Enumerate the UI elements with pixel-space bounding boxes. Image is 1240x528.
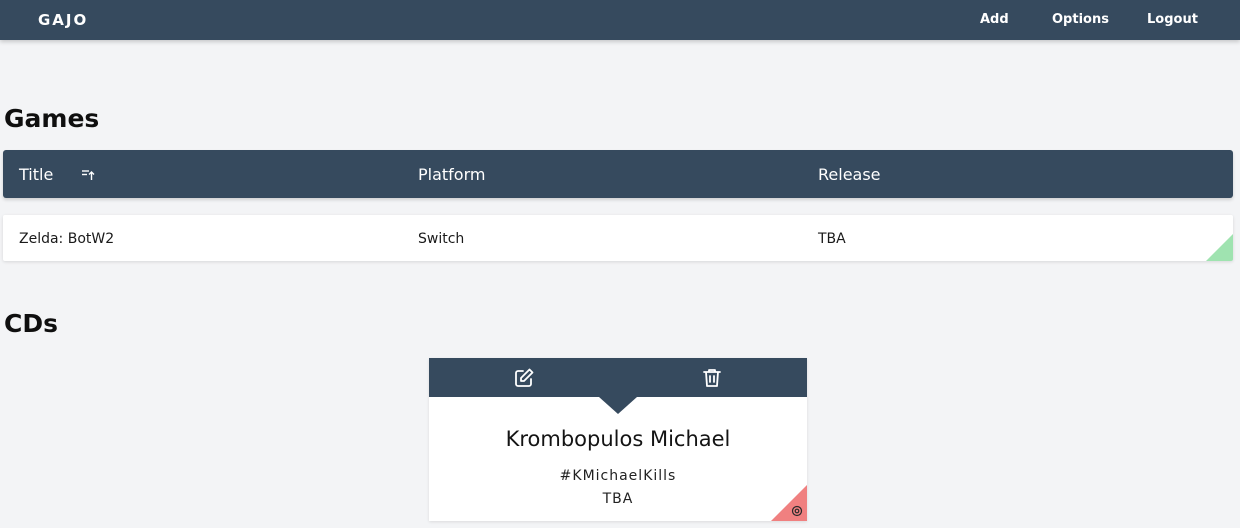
cd-release: TBA [602,491,634,507]
column-header-title[interactable]: Title [19,165,95,184]
column-header-platform[interactable]: Platform [418,165,485,184]
column-header-title-label: Title [19,165,54,184]
status-corner-green [1206,234,1233,261]
column-header-release[interactable]: Release [818,165,881,184]
games-table-header: Title Platform Release [3,150,1233,198]
nav-add-link[interactable]: Add [980,12,1009,27]
nav-logout-link[interactable]: Logout [1147,12,1198,27]
games-heading: Games [4,104,100,133]
navbar: GAJO Add Options Logout [0,0,1240,40]
game-platform-cell: Switch [418,231,465,247]
game-release-cell: TBA [818,231,846,247]
trash-icon[interactable] [701,367,723,389]
cd-card-toolbar [429,358,807,397]
target-icon [791,505,803,517]
brand-logo[interactable]: GAJO [38,11,88,29]
game-title-cell: Zelda: BotW2 [19,231,115,247]
cd-card-notch [599,397,637,414]
nav-options-link[interactable]: Options [1052,12,1109,27]
cd-tag: #KMichaelKills [559,468,677,484]
cd-card: Krombopulos Michael #KMichaelKills TBA [429,358,807,521]
sort-icon[interactable] [81,167,95,181]
edit-icon[interactable] [513,367,535,389]
cd-title: Krombopulos Michael [505,427,731,451]
cds-heading: CDs [4,309,58,338]
table-row[interactable]: Zelda: BotW2 Switch TBA [3,215,1233,261]
